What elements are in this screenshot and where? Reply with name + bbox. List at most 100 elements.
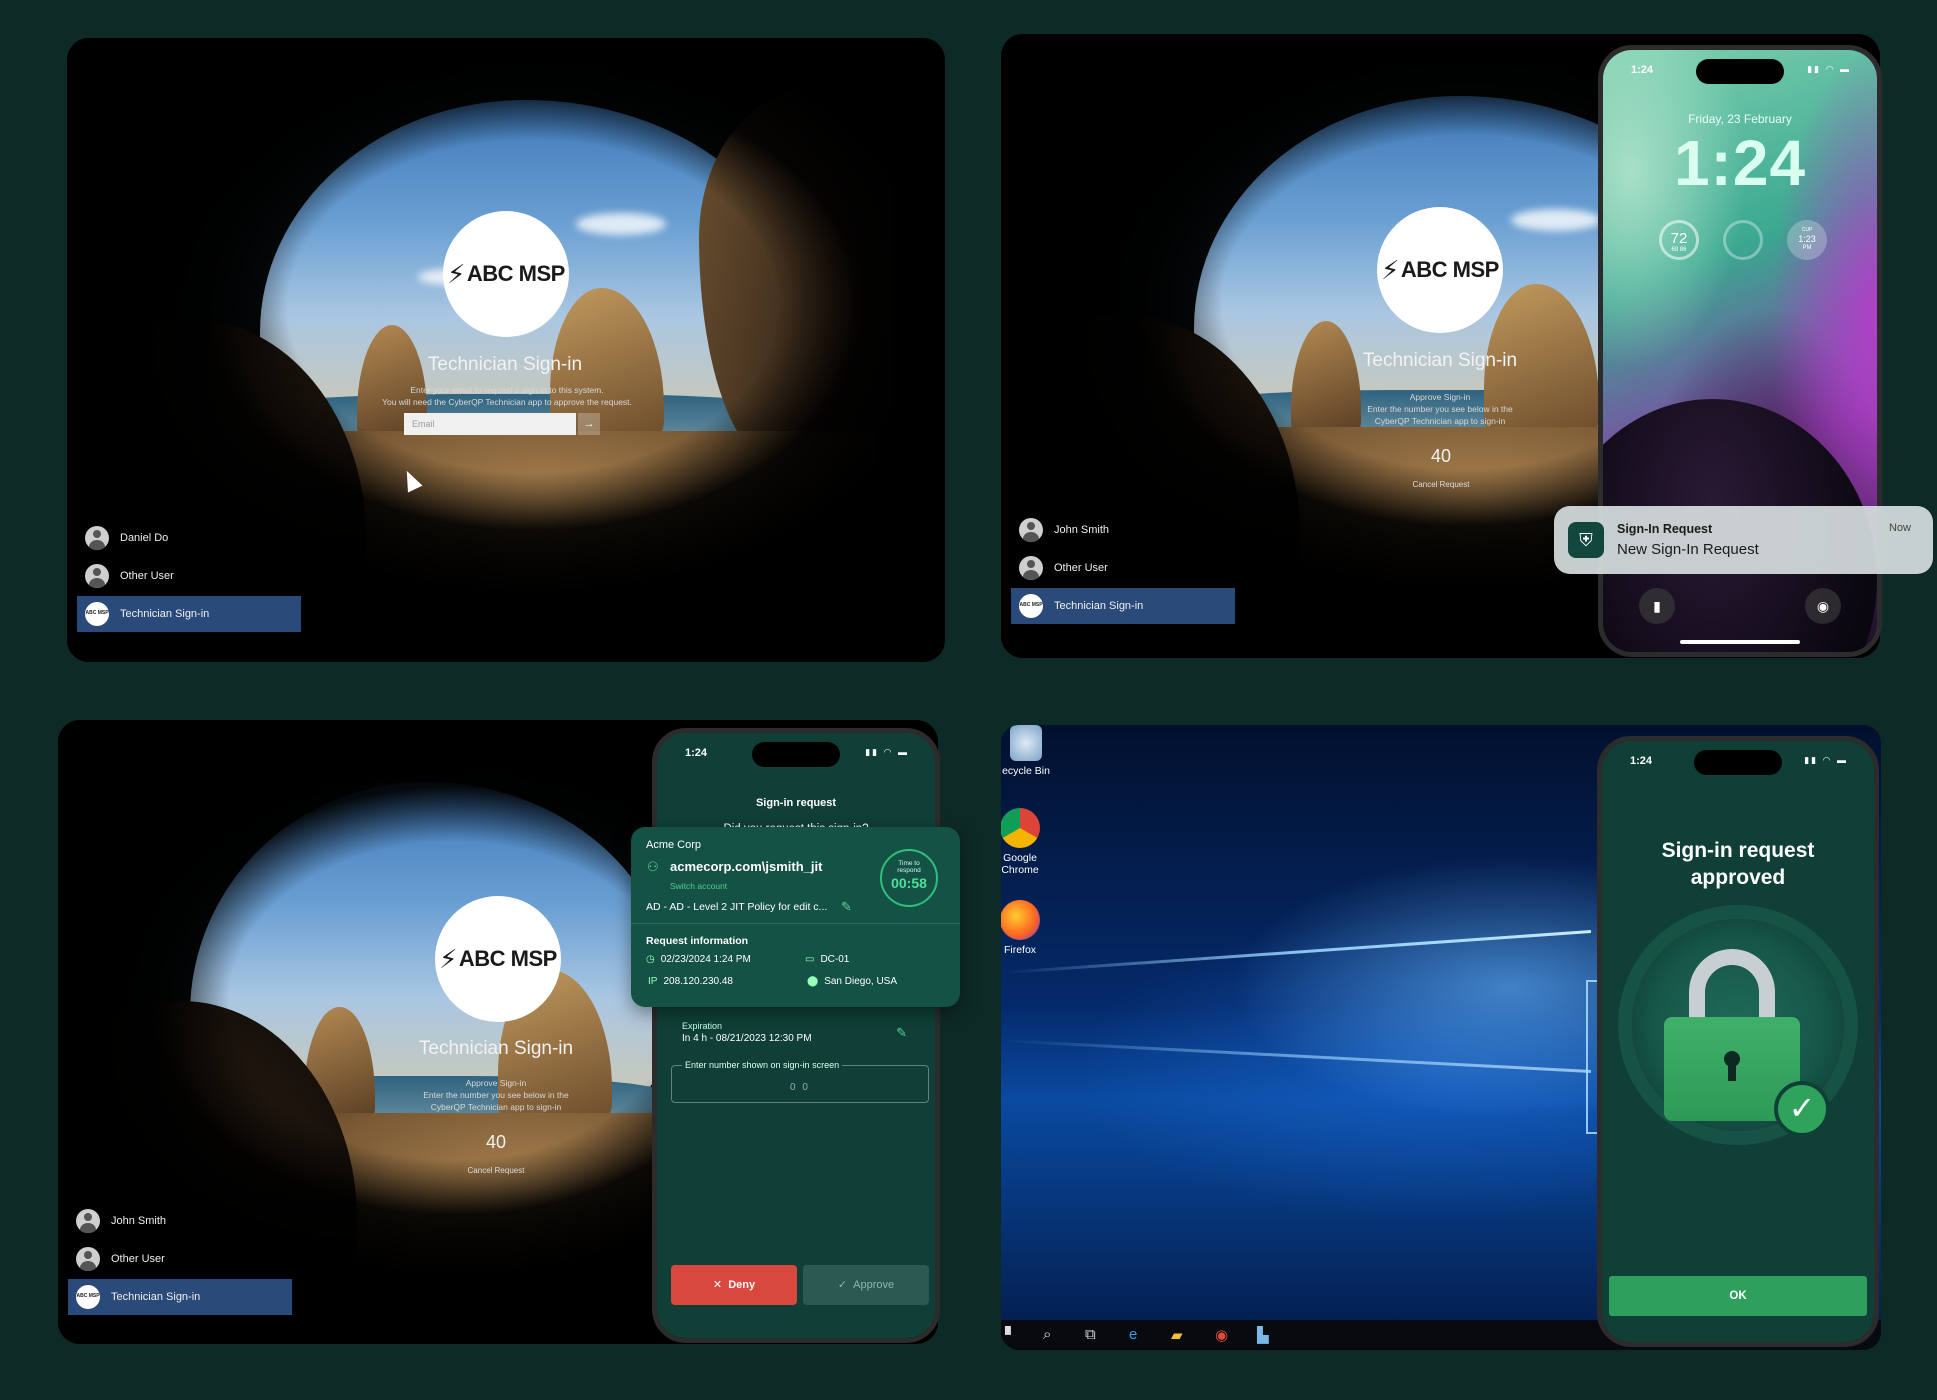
- chrome-taskbar-icon[interactable]: ◉: [1215, 1326, 1228, 1344]
- user-list: Daniel Do Other User ABC MSP Technician S…: [77, 518, 301, 632]
- lock-date: Friday, 23 February: [1688, 112, 1792, 126]
- user-list: John Smith Other User ABC MSP Technician …: [68, 1201, 292, 1315]
- status-time: 1:24: [1631, 64, 1654, 76]
- page-title: Technician Sign-in: [427, 354, 583, 375]
- status-icons: ▮▮ ◠ ▬: [1804, 755, 1848, 765]
- number-input[interactable]: Enter number shown on sign-in screen 0 0: [671, 1060, 929, 1103]
- brand-avatar-icon: ABC MSP: [85, 602, 109, 626]
- account-icon: ⚇: [647, 859, 659, 874]
- request-location: ⬤ San Diego, USA: [807, 976, 898, 987]
- lightning-icon: ⚡: [439, 943, 457, 974]
- user-item-technician[interactable]: ABC MSP Technician Sign-in: [77, 596, 301, 632]
- cancel-request-link[interactable]: Cancel Request: [436, 1166, 556, 1175]
- camera-icon[interactable]: ◉: [1805, 588, 1841, 624]
- user-item[interactable]: Other User: [1011, 550, 1235, 586]
- edge-icon[interactable]: e: [1129, 1326, 1137, 1343]
- login-screen-email: ⚡ ABC MSP Technician Sign-in Enter your e…: [67, 38, 945, 662]
- request-date: ◷ 02/23/2024 1:24 PM: [646, 954, 751, 965]
- user-item[interactable]: Daniel Do: [77, 520, 301, 556]
- user-item[interactable]: John Smith: [68, 1203, 292, 1239]
- user-avatar-icon: [85, 526, 109, 550]
- home-indicator[interactable]: [1680, 640, 1800, 644]
- response-timer: Time to respond 00:58: [880, 849, 938, 907]
- check-icon: ✓: [1774, 1081, 1830, 1137]
- status-icons: ▮▮ ◠ ▬: [1807, 64, 1851, 74]
- user-item-technician[interactable]: ABC MSP Technician Sign-in: [68, 1279, 292, 1315]
- dynamic-island: [752, 742, 840, 767]
- activity-ring-icon: [1723, 220, 1763, 260]
- cyberqp-app-icon: ⛨: [1568, 522, 1604, 558]
- user-item[interactable]: John Smith: [1011, 512, 1235, 548]
- page-title: Technician Sign-in: [1362, 350, 1518, 371]
- check-icon: ✓: [837, 1279, 848, 1291]
- deny-button[interactable]: ✕ Deny: [671, 1265, 797, 1305]
- task-view-icon[interactable]: ⧉: [1085, 1326, 1096, 1343]
- keyhole-icon: [1724, 1051, 1740, 1081]
- user-avatar-icon: [76, 1209, 100, 1233]
- search-icon[interactable]: ⌕: [1043, 1326, 1051, 1343]
- push-notification[interactable]: ⛨ Sign-In Request New Sign-In Request No…: [1554, 506, 1933, 574]
- status-icons: ▮▮ ◠ ▬: [865, 747, 909, 757]
- email-input[interactable]: Email: [404, 413, 576, 435]
- edit-icon[interactable]: ✎: [841, 899, 852, 915]
- brand-logo: ⚡ ABC MSP: [443, 211, 569, 337]
- recycle-bin-icon[interactable]: ecycle Bin: [1001, 725, 1071, 777]
- brand-avatar-icon: ABC MSP: [1019, 594, 1043, 618]
- user-list: John Smith Other User ABC MSP Technician …: [1011, 510, 1235, 624]
- brand-avatar-icon: ABC MSP: [76, 1285, 100, 1309]
- expiration-value: In 4 h - 08/21/2023 12:30 PM: [682, 1033, 812, 1044]
- arrow-right-icon[interactable]: →: [578, 413, 600, 435]
- policy-name: AD - AD - Level 2 JIT Policy for edit c.…: [646, 901, 828, 913]
- weather-widget: 72 68 86: [1659, 220, 1699, 260]
- phone-approved: 1:24 ▮▮ ◠ ▬ Sign-in request approved ✓ O…: [1597, 736, 1879, 1347]
- screen-title: Sign-in request: [755, 797, 837, 809]
- user-item[interactable]: Other User: [68, 1241, 292, 1277]
- user-avatar-icon: [76, 1247, 100, 1271]
- request-info-heading: Request information: [646, 935, 749, 947]
- dynamic-island: [1694, 750, 1782, 775]
- lightning-icon: ⚡: [447, 258, 465, 289]
- lock-time: 1:24: [1673, 127, 1807, 199]
- flashlight-icon[interactable]: ▮: [1639, 588, 1675, 624]
- user-item[interactable]: Other User: [77, 558, 301, 594]
- edit-icon[interactable]: ✎: [896, 1025, 907, 1041]
- ip-label: IP: [648, 976, 658, 987]
- approve-button[interactable]: ✓ Approve: [803, 1265, 929, 1305]
- user-avatar-icon: [85, 564, 109, 588]
- start-icon[interactable]: ▘: [1005, 1326, 1017, 1344]
- user-item-technician[interactable]: ABC MSP Technician Sign-in: [1011, 588, 1235, 624]
- request-device: ▭ DC-01: [805, 954, 850, 965]
- user-avatar-icon: [1019, 518, 1043, 542]
- clock-icon: ◷: [646, 954, 655, 965]
- instructions: Enter your email to request a sign-in to…: [382, 385, 632, 407]
- page-title: Technician Sign-in: [418, 1038, 574, 1059]
- dynamic-island: [1696, 59, 1784, 84]
- cancel-request-link[interactable]: Cancel Request: [1381, 480, 1501, 489]
- close-icon: ✕: [712, 1279, 723, 1291]
- chrome-icon[interactable]: Google Chrome: [1001, 808, 1065, 876]
- file-explorer-icon[interactable]: ▰: [1171, 1326, 1183, 1344]
- approved-title: Sign-in request approved: [1661, 839, 1815, 889]
- app-taskbar-icon[interactable]: ▙: [1257, 1326, 1269, 1344]
- user-avatar-icon: [1019, 556, 1043, 580]
- clock-widget: CUP 1:23 PM: [1787, 220, 1827, 260]
- status-time: 1:24: [1630, 755, 1653, 767]
- account-name: acmecorp.com\jsmith_jit: [670, 859, 823, 874]
- instructions: Approve Sign-in Enter the number you see…: [1367, 392, 1513, 426]
- lightning-icon: ⚡: [1381, 254, 1399, 285]
- sign-in-number: 40: [485, 1132, 507, 1152]
- status-time: 1:24: [685, 747, 708, 759]
- divider: [631, 923, 960, 924]
- monitor-icon: ▭: [805, 954, 815, 965]
- firefox-icon[interactable]: Firefox: [1001, 900, 1065, 956]
- sign-in-number: 40: [1430, 446, 1452, 466]
- location-pin-icon: ⬤: [807, 976, 819, 987]
- ok-button[interactable]: OK: [1609, 1276, 1867, 1316]
- request-ip: IP 208.120.230.48: [648, 976, 733, 987]
- org-name: Acme Corp: [646, 839, 702, 851]
- brand-logo: ⚡ ABC MSP: [435, 896, 561, 1022]
- brand-logo: ⚡ ABC MSP: [1377, 207, 1503, 333]
- instructions: Approve Sign-in Enter the number you see…: [423, 1078, 569, 1112]
- phone-approval-app: 1:24 ▮▮ ◠ ▬ Sign-in request Did you requ…: [652, 728, 940, 1343]
- switch-account-link[interactable]: Switch account: [670, 881, 727, 891]
